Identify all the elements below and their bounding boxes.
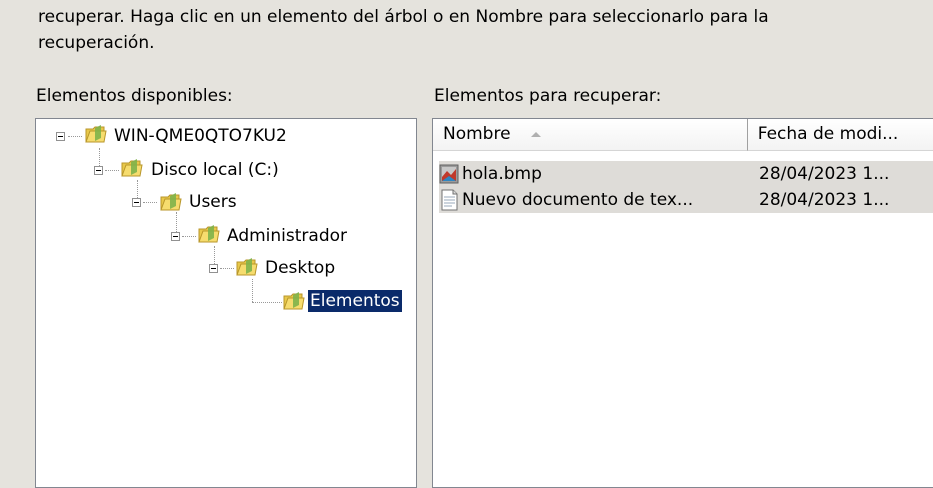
- collapse-toggle[interactable]: [94, 166, 103, 175]
- file-name: Nuevo documento de tex...: [462, 190, 694, 210]
- tree-node-users[interactable]: Users: [187, 191, 239, 213]
- collapse-toggle[interactable]: [56, 132, 65, 141]
- column-header-nombre[interactable]: Nombre: [433, 119, 748, 151]
- tree-node-disco-local-c[interactable]: Disco local (C:): [149, 159, 281, 181]
- column-header-label: Nombre: [443, 124, 511, 144]
- folder-icon: [236, 258, 258, 276]
- tree-connector: [68, 136, 82, 137]
- tree-connector: [105, 170, 119, 171]
- instructions-line-1: recuperar. Haga clic en un elemento del …: [38, 7, 769, 27]
- tree-node-administrador[interactable]: Administrador: [225, 225, 349, 247]
- text-document-icon: [441, 189, 458, 211]
- column-header-label: Fecha de modi...: [757, 124, 899, 144]
- tree-connector: [220, 268, 234, 269]
- tree-node-elementos[interactable]: Elementos: [308, 290, 402, 312]
- instructions-line-2: recuperación.: [38, 33, 155, 53]
- tree-node-win-qme0qto7ku2[interactable]: WIN-QME0QTO7KU2: [112, 125, 289, 147]
- sort-ascending-icon: [531, 132, 541, 137]
- tree-node-desktop[interactable]: Desktop: [263, 257, 337, 279]
- collapse-toggle[interactable]: [132, 198, 141, 207]
- bitmap-file-icon: [439, 164, 459, 184]
- file-name: hola.bmp: [462, 164, 542, 184]
- collapse-toggle[interactable]: [171, 232, 180, 241]
- tree-connector: [143, 202, 157, 203]
- folder-icon: [160, 193, 182, 211]
- items-to-recover-label: Elementos para recuperar:: [434, 86, 662, 106]
- tree-connector: [182, 236, 196, 237]
- column-header-fecha[interactable]: Fecha de modi...: [747, 119, 933, 151]
- folder-icon: [85, 125, 107, 143]
- folder-icon: [198, 225, 220, 243]
- tree-connector: [252, 302, 282, 303]
- instructions-text: recuperar. Haga clic en un elemento del …: [38, 4, 918, 56]
- available-items-tree[interactable]: WIN-QME0QTO7KU2 Disco local (C:) Users A…: [35, 118, 417, 488]
- tree-connector: [252, 279, 253, 302]
- file-date: 28/04/2023 1...: [745, 187, 933, 213]
- available-items-label: Elementos disponibles:: [36, 86, 233, 106]
- items-to-recover-list[interactable]: Nombre Fecha de modi... hola.bmp 28/04/2…: [432, 118, 933, 488]
- collapse-toggle[interactable]: [209, 264, 218, 273]
- file-date: 28/04/2023 1...: [745, 161, 933, 187]
- folder-icon: [121, 159, 143, 177]
- folder-icon: [283, 292, 305, 310]
- list-header: Nombre Fecha de modi...: [433, 119, 933, 151]
